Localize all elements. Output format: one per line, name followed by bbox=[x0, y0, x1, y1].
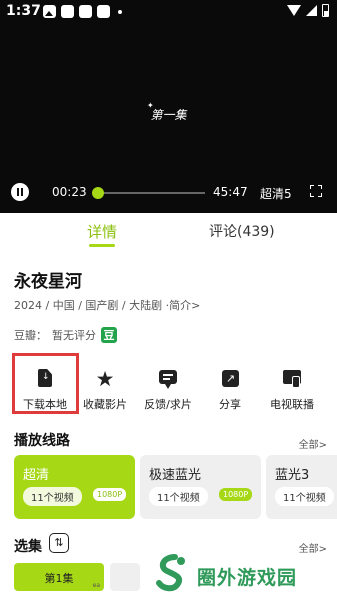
share-button[interactable]: ↗ 分享 bbox=[195, 362, 265, 412]
tv-cast-icon bbox=[281, 368, 303, 390]
more-notifications-icon bbox=[118, 9, 122, 14]
route-card[interactable]: 超清 11个视频 1080P bbox=[14, 455, 135, 519]
tab-details[interactable]: 详情 bbox=[87, 221, 117, 242]
feedback-icon bbox=[157, 368, 179, 390]
route-name: 极速蓝光 bbox=[149, 468, 202, 483]
highlight-box bbox=[12, 353, 79, 414]
current-time: 00:23 bbox=[52, 185, 87, 199]
active-tab-indicator bbox=[89, 244, 115, 247]
sort-order-icon[interactable]: ⇅ bbox=[49, 533, 69, 553]
route-resolution-badge: 1080P bbox=[219, 488, 253, 501]
route-card[interactable]: 极速蓝光 11个视频 1080P bbox=[140, 455, 261, 519]
feedback-label: 反馈/求片 bbox=[144, 398, 192, 411]
collect-label: 收藏影片 bbox=[83, 398, 127, 411]
video-player[interactable]: 1:37 ✦ 第一集 00:23 45:47 超清5 bbox=[0, 0, 337, 213]
signal-icon bbox=[306, 5, 317, 16]
app-notification-icon bbox=[97, 5, 110, 18]
star-icon: ★ bbox=[95, 367, 115, 391]
route-name: 蓝光3 bbox=[275, 468, 310, 483]
notification-icons bbox=[43, 5, 122, 18]
episode-chip[interactable]: 第1集 ea bbox=[14, 563, 104, 591]
watermark: 圈外游戏园 bbox=[153, 553, 333, 598]
rating-label: 豆瓣： bbox=[14, 329, 47, 342]
app-notification-icon bbox=[79, 5, 92, 18]
feedback-button[interactable]: 反馈/求片 bbox=[133, 362, 203, 412]
tv-cast-button[interactable]: 电视联播 bbox=[257, 362, 327, 412]
wifi-icon bbox=[287, 5, 301, 16]
collect-button[interactable]: ★ 收藏影片 bbox=[70, 362, 140, 412]
routes-see-all-link[interactable]: 全部> bbox=[299, 436, 327, 451]
episode-overlay-title: 第一集 bbox=[150, 108, 187, 122]
route-count: 11个视频 bbox=[23, 487, 82, 506]
watermark-text: 圈外游戏园 bbox=[197, 567, 298, 589]
app-notification-icon bbox=[61, 5, 74, 18]
route-card[interactable]: 蓝光3 11个视频 bbox=[266, 455, 337, 519]
episodes-title: 选集 bbox=[14, 539, 42, 555]
route-resolution-badge: 1080P bbox=[93, 488, 127, 501]
seek-bar[interactable] bbox=[92, 187, 205, 199]
seek-handle[interactable] bbox=[92, 187, 105, 199]
status-time: 1:37 bbox=[6, 3, 41, 19]
route-name: 超清 bbox=[23, 468, 50, 483]
show-title: 永夜星河 bbox=[14, 272, 82, 292]
rating-value: 暂无评分 bbox=[52, 329, 96, 342]
watermark-logo-icon bbox=[156, 554, 185, 592]
tv-cast-label: 电视联播 bbox=[270, 398, 314, 411]
route-count: 11个视频 bbox=[149, 487, 208, 506]
rating-row: 豆瓣： 暂无评分 豆 bbox=[14, 327, 117, 343]
routes-title: 播放线路 bbox=[14, 433, 70, 449]
player-controls: 00:23 45:47 超清5 bbox=[0, 182, 337, 202]
episode-label: 第1集 bbox=[44, 572, 74, 585]
tab-comments[interactable]: 评论(439) bbox=[209, 221, 275, 241]
share-icon: ↗ bbox=[219, 368, 241, 390]
battery-icon bbox=[322, 4, 329, 17]
show-meta-link[interactable]: 2024 / 中国 / 国产剧 / 大陆剧 ·简介> bbox=[14, 297, 200, 313]
episode-tag: ea bbox=[92, 582, 100, 589]
system-icons bbox=[287, 4, 329, 17]
share-label: 分享 bbox=[219, 398, 241, 411]
duration: 45:47 bbox=[213, 185, 248, 199]
status-bar: 1:37 bbox=[0, 0, 337, 24]
route-count: 11个视频 bbox=[275, 487, 334, 506]
fullscreen-icon[interactable] bbox=[310, 185, 322, 197]
pause-icon[interactable] bbox=[11, 183, 29, 201]
douban-badge: 豆 bbox=[101, 327, 117, 343]
photo-notification-icon bbox=[43, 5, 56, 18]
quality-selector[interactable]: 超清5 bbox=[260, 185, 292, 202]
episode-chip[interactable] bbox=[110, 563, 140, 591]
